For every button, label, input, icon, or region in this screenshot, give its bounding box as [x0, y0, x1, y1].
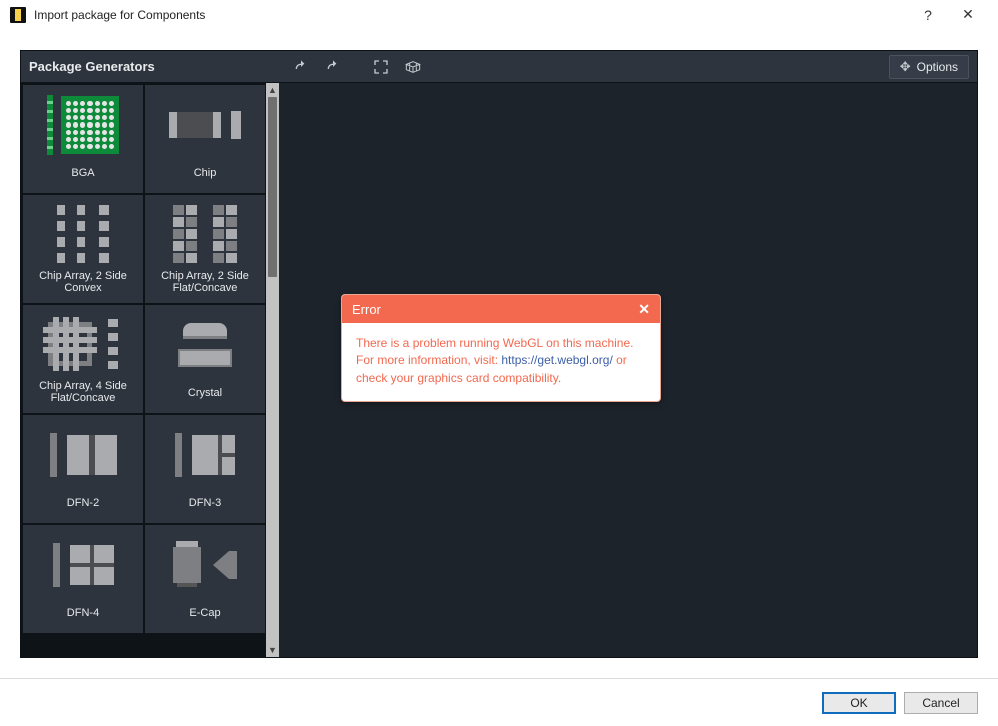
titlebar: Import package for Components ? ✕: [0, 0, 998, 30]
dfn3-icon: [147, 419, 263, 491]
dfn4-icon: [25, 529, 141, 601]
error-link[interactable]: https://get.webgl.org/: [501, 353, 612, 367]
package-tile-dfn2[interactable]: DFN-2: [23, 415, 143, 523]
package-tile-chip[interactable]: Chip: [145, 85, 265, 193]
cancel-button[interactable]: Cancel: [904, 692, 978, 714]
package-tile-ecap[interactable]: E-Cap: [145, 525, 265, 633]
sidebar-scrollbar[interactable]: ▲ ▼: [265, 83, 279, 657]
dialog-footer: OK Cancel: [0, 678, 998, 726]
package-label: DFN-3: [185, 491, 225, 515]
chip-array-4side-icon: [25, 309, 141, 380]
app-icon: [10, 7, 26, 23]
window-title: Import package for Components: [34, 8, 205, 22]
package-label: E-Cap: [185, 601, 224, 625]
options-label: Options: [917, 60, 958, 74]
package-label: Chip Array, 4 Side Flat/Concave: [25, 380, 141, 405]
bga-icon: [25, 89, 141, 161]
package-tile-chip-array-2-convex[interactable]: Chip Array, 2 Side Convex: [23, 195, 143, 303]
crystal-icon: [147, 309, 263, 381]
package-tile-dfn4[interactable]: DFN-4: [23, 525, 143, 633]
error-close-button[interactable]: ✕: [638, 301, 650, 318]
preview-toolbar: ✥ Options: [279, 51, 977, 83]
ok-button[interactable]: OK: [822, 692, 896, 714]
package-label: BGA: [67, 161, 98, 185]
scroll-thumb[interactable]: [268, 97, 277, 277]
scroll-down-icon[interactable]: ▼: [266, 643, 279, 657]
package-label: DFN-2: [63, 491, 103, 515]
chip-array-convex-icon: [25, 199, 141, 270]
package-tile-dfn3[interactable]: DFN-3: [145, 415, 265, 523]
package-label: Chip Array, 2 Side Flat/Concave: [147, 270, 263, 295]
error-dialog: Error ✕ There is a problem running WebGL…: [341, 294, 661, 402]
error-message: There is a problem running WebGL on this…: [342, 323, 660, 401]
redo-button[interactable]: [319, 55, 347, 79]
package-tile-bga[interactable]: BGA: [23, 85, 143, 193]
redo-icon: [325, 59, 341, 75]
sidebar-title: Package Generators: [21, 51, 279, 83]
dfn2-icon: [25, 419, 141, 491]
sidebar: Package Generators: [21, 51, 279, 657]
package-tile-chip-array-2-flat[interactable]: Chip Array, 2 Side Flat/Concave: [145, 195, 265, 303]
package-label: Chip Array, 2 Side Convex: [25, 270, 141, 295]
preview-canvas[interactable]: Error ✕ There is a problem running WebGL…: [279, 83, 977, 657]
close-button[interactable]: ✕: [948, 0, 988, 30]
undo-icon: [293, 59, 309, 75]
scroll-up-icon[interactable]: ▲: [266, 83, 279, 97]
workspace: Package Generators: [20, 50, 978, 658]
help-button[interactable]: ?: [908, 0, 948, 30]
package-label: Crystal: [184, 381, 226, 405]
options-button[interactable]: ✥ Options: [889, 55, 969, 79]
ecap-icon: [147, 529, 263, 601]
package-label: DFN-4: [63, 601, 103, 625]
package-grid: BGA Chip: [21, 83, 265, 657]
package-tile-crystal[interactable]: Crystal: [145, 305, 265, 413]
error-title: Error: [352, 302, 381, 317]
package-label: Chip: [190, 161, 221, 185]
preview-pane: ✥ Options Error ✕ There is a problem run…: [279, 51, 977, 657]
grid-icon: [405, 59, 421, 75]
grid-view-button[interactable]: [399, 55, 427, 79]
chip-array-flat-icon: [147, 199, 263, 270]
zoom-fit-button[interactable]: [367, 55, 395, 79]
zoom-fit-icon: [373, 59, 389, 75]
undo-button[interactable]: [287, 55, 315, 79]
move-icon: ✥: [900, 59, 911, 75]
package-tile-chip-array-4-flat[interactable]: Chip Array, 4 Side Flat/Concave: [23, 305, 143, 413]
chip-icon: [147, 89, 263, 161]
